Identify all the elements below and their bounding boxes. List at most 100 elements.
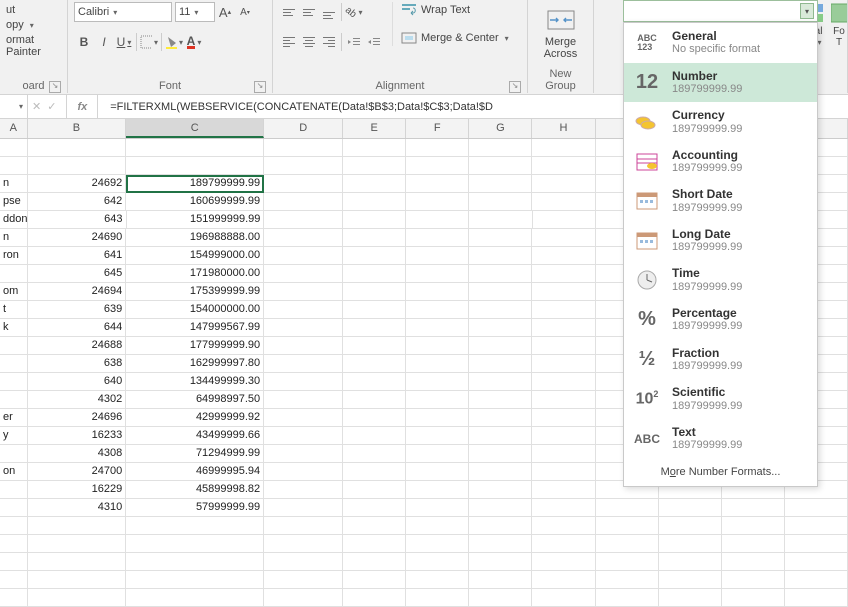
cell[interactable] — [343, 427, 406, 445]
cell[interactable] — [469, 283, 532, 301]
cell[interactable]: 640 — [28, 373, 127, 391]
cell[interactable] — [406, 391, 469, 409]
cell[interactable] — [469, 409, 532, 427]
cell[interactable] — [406, 463, 469, 481]
cell[interactable]: ron — [0, 247, 28, 265]
cell[interactable]: 639 — [28, 301, 127, 319]
underline-button[interactable]: U▾ — [114, 32, 134, 52]
cell[interactable]: 64998997.50 — [126, 391, 264, 409]
merge-center-button[interactable]: Merge & Center▾ — [401, 30, 509, 46]
cell[interactable] — [343, 355, 406, 373]
fx-icon[interactable]: fx — [73, 101, 91, 113]
cell[interactable]: 24690 — [28, 229, 127, 247]
number-format-text[interactable]: ABCText189799999.99 — [624, 419, 817, 459]
cell[interactable] — [343, 445, 406, 463]
cell[interactable]: 57999999.99 — [126, 499, 264, 517]
cell[interactable] — [532, 175, 595, 193]
orientation-icon[interactable]: ab▾ — [344, 2, 364, 22]
cell[interactable] — [343, 481, 406, 499]
cell[interactable] — [264, 391, 343, 409]
indent-inc-icon[interactable] — [364, 32, 384, 52]
cell[interactable] — [406, 175, 469, 193]
cell[interactable] — [532, 391, 595, 409]
cell[interactable] — [469, 499, 532, 517]
cell[interactable] — [785, 499, 848, 517]
cell[interactable] — [264, 409, 343, 427]
cell[interactable] — [406, 229, 469, 247]
number-format-fraction[interactable]: ½Fraction189799999.99 — [624, 340, 817, 380]
cell[interactable]: 4302 — [28, 391, 127, 409]
cell[interactable] — [469, 193, 532, 211]
cell[interactable] — [596, 499, 659, 517]
cell[interactable] — [343, 301, 406, 319]
cell[interactable] — [264, 175, 343, 193]
cell[interactable] — [0, 499, 28, 517]
cell[interactable] — [264, 139, 343, 157]
cell[interactable] — [0, 445, 28, 463]
cell[interactable]: 16229 — [28, 481, 127, 499]
btn-copy[interactable]: opy▾ — [6, 19, 61, 31]
cell[interactable] — [264, 373, 343, 391]
cell[interactable] — [343, 283, 406, 301]
clipboard-launcher-icon[interactable]: ↘ — [49, 81, 61, 93]
col-C[interactable]: C — [126, 119, 264, 138]
cell[interactable]: 43499999.66 — [126, 427, 264, 445]
cell[interactable] — [469, 247, 532, 265]
col-E[interactable]: E — [343, 119, 406, 138]
decrease-font-icon[interactable]: A▾ — [235, 2, 255, 22]
cell[interactable] — [343, 373, 406, 391]
cell[interactable] — [532, 499, 595, 517]
cell[interactable]: 24692 — [28, 175, 127, 193]
cell[interactable] — [343, 139, 406, 157]
cell[interactable]: 160699999.99 — [126, 193, 264, 211]
cell[interactable] — [126, 157, 264, 175]
cell[interactable] — [532, 247, 595, 265]
cell[interactable]: 24700 — [28, 463, 127, 481]
cell[interactable]: 175399999.99 — [126, 283, 264, 301]
cell[interactable] — [343, 265, 406, 283]
cell[interactable] — [469, 301, 532, 319]
number-format-short-date[interactable]: Short Date189799999.99 — [624, 181, 817, 221]
cell[interactable] — [126, 139, 264, 157]
cell[interactable] — [343, 175, 406, 193]
cell[interactable] — [264, 229, 343, 247]
cell[interactable] — [469, 175, 532, 193]
number-format-scientific[interactable]: 102Scientific189799999.99 — [624, 379, 817, 419]
col-A[interactable]: A — [0, 119, 28, 138]
cell[interactable] — [264, 193, 343, 211]
cell[interactable] — [406, 265, 469, 283]
indent-dec-icon[interactable] — [344, 32, 364, 52]
cell[interactable] — [469, 463, 532, 481]
col-B[interactable]: B — [28, 119, 127, 138]
cell[interactable] — [343, 391, 406, 409]
cell[interactable] — [532, 463, 595, 481]
cell[interactable] — [343, 499, 406, 517]
cell[interactable] — [406, 355, 469, 373]
cell[interactable]: 151999999.99 — [127, 211, 265, 229]
merge-across-button[interactable]: MergeAcross — [538, 2, 584, 62]
cell[interactable] — [532, 445, 595, 463]
cell[interactable] — [343, 193, 406, 211]
cell[interactable] — [264, 445, 343, 463]
align-bot-icon[interactable] — [319, 2, 339, 22]
cell[interactable]: ddon — [0, 211, 28, 229]
cell[interactable] — [264, 499, 343, 517]
col-F[interactable]: F — [406, 119, 469, 138]
cell[interactable]: 154000000.00 — [126, 301, 264, 319]
cell[interactable]: t — [0, 301, 28, 319]
cell[interactable] — [532, 427, 595, 445]
cell[interactable]: 71294999.99 — [126, 445, 264, 463]
cell[interactable] — [532, 139, 595, 157]
cell[interactable] — [532, 283, 595, 301]
cancel-formula-icon[interactable]: ✕ — [32, 100, 41, 113]
number-format-currency[interactable]: Currency189799999.99 — [624, 102, 817, 142]
cell[interactable] — [343, 337, 406, 355]
enter-formula-icon[interactable]: ✓ — [47, 100, 56, 113]
italic-button[interactable]: I — [94, 32, 114, 52]
cell[interactable] — [469, 139, 532, 157]
btn-format-painter[interactable]: ormat Painter — [6, 34, 61, 58]
increase-font-icon[interactable]: A▴ — [215, 2, 235, 22]
cell[interactable]: 644 — [28, 319, 127, 337]
format-table-button[interactable]: Fo T — [831, 2, 847, 48]
cell[interactable] — [532, 229, 595, 247]
